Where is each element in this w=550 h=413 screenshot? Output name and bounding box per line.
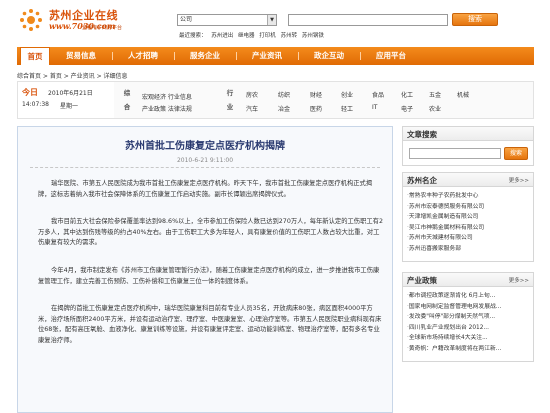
famous-companies-more-link[interactable]: 更多>> [509, 176, 529, 184]
search-category-value: 公司 [180, 16, 193, 23]
article-search-button[interactable]: 搜索 [504, 147, 528, 160]
industry-link[interactable]: 医药 [310, 104, 322, 113]
recent-searches-label: 最近搜索： [179, 33, 207, 39]
nav-gov[interactable]: 政企互动 [305, 47, 353, 65]
site-logo[interactable]: 苏州企业在线 www.7030.com 全程电子商务平台 [18, 5, 138, 39]
recent-searches: 最近搜索： 苏州进出 继电器 打印机 苏州转 苏州钢铁 [179, 31, 327, 39]
recent-search-link[interactable]: 苏州转 [281, 33, 298, 39]
current-weekday: 星期一 [60, 103, 79, 110]
industry-policy-title: 产业政策 [407, 276, 437, 285]
nav-divider [236, 52, 237, 60]
nav-services[interactable]: 服务企业 [181, 47, 229, 65]
industry-link[interactable]: 五金 [429, 90, 441, 99]
article-panel: 苏州首批工伤康复定点医疗机构揭牌 2010-6-21 9:11:00 瑞华医院、… [17, 126, 393, 413]
article-paragraph: 我市目前五大社会保险参保覆盖率达到98.6%以上，全市参加工伤保险人数已达到27… [38, 218, 383, 246]
article-date: 2010-6-21 9:11:00 [176, 157, 234, 164]
policy-list: 都市调控政策逐渐肯化 6月上旬... 国家电网制定监督管理电网发展战... 发改… [407, 291, 501, 355]
logo-subtitle: 全程电子商务平台 [82, 25, 123, 31]
breadcrumb[interactable]: 综合首页 > 首页 > 产业资讯 > 详细信息 [17, 71, 128, 80]
nav-trade[interactable]: 贸易信息 [57, 47, 105, 65]
policy-link[interactable]: 都市调控政策逐渐肯化 6月上旬... [407, 291, 501, 302]
nav-apps[interactable]: 应用平台 [367, 47, 415, 65]
recent-search-link[interactable]: 苏州进出 [211, 33, 233, 39]
policy-link[interactable]: 国家电网制定监督管理电网发展战... [407, 302, 501, 313]
nav-divider [360, 52, 361, 60]
nav-jobs[interactable]: 人才招聘 [119, 47, 167, 65]
industry-link[interactable]: 化工 [401, 90, 413, 99]
search-input[interactable] [288, 14, 448, 26]
industry-link[interactable]: 食品 [372, 90, 384, 99]
article-divider [30, 167, 380, 168]
company-list: 常熟农丰种子农药批发中心 苏州市宏泰德贸服务有限公司 天津增凯金属制造有限公司 … [407, 191, 484, 255]
industry-link[interactable]: 房农 [246, 90, 258, 99]
today-label: 今日 [22, 88, 38, 97]
company-link[interactable]: 常熟农丰种子农药批发中心 [407, 191, 484, 202]
article-paragraph: 今年4月，我市制定发布《苏州市工伤康复管理暂行办法》，随着工伤康复定点医疗机构的… [38, 267, 380, 285]
site-header: 苏州企业在线 www.7030.com 全程电子商务平台 公司 ▼ 搜索 最近搜… [0, 0, 550, 45]
article-paragraph: 在揭牌的首批工伤康复定点医疗机构中，瑞华医院康复科目前有专业人员35名，开放病床… [38, 305, 382, 344]
nav-divider [298, 52, 299, 60]
industry-link[interactable]: 纺织 [278, 90, 290, 99]
article-search-title: 文章搜索 [407, 130, 437, 139]
industry-link[interactable]: 冶金 [278, 104, 290, 113]
policy-link[interactable]: 发改委"叫停"部分煤制天然气项... [407, 312, 501, 323]
famous-companies-box: 苏州名企 更多>> 常熟农丰种子农药批发中心 苏州市宏泰德贸服务有限公司 天津增… [402, 172, 534, 262]
general-links-row1[interactable]: 宏观经济 行业信息 [142, 92, 192, 101]
policy-link[interactable]: 黄奇帆：户籍改革制度将在两江新... [407, 344, 501, 355]
company-link[interactable]: 苏州市宏泰德贸服务有限公司 [407, 202, 484, 213]
date-panel: 今日 2010年6月21日 14:07:38 星期一 [18, 82, 114, 118]
recent-search-link[interactable]: 继电器 [238, 33, 255, 39]
nav-home[interactable]: 首页 [20, 47, 50, 65]
general-links-row2[interactable]: 产业政策 法律法规 [142, 104, 192, 113]
nav-divider [112, 52, 113, 60]
current-time: 14:07:38 [22, 101, 49, 108]
recent-search-link[interactable]: 苏州钢铁 [302, 33, 324, 39]
logo-sun-icon [20, 9, 42, 31]
page: 苏州企业在线 www.7030.com 全程电子商务平台 公司 ▼ 搜索 最近搜… [0, 0, 550, 413]
chevron-down-icon: ▼ [267, 15, 276, 25]
industry-link[interactable]: 电子 [401, 104, 413, 113]
article-search-input[interactable] [409, 148, 501, 159]
info-bar: 今日 2010年6月21日 14:07:38 星期一 综合 宏观经济 行业信息 … [17, 81, 534, 119]
industry-link[interactable]: 轻工 [341, 104, 353, 113]
nav-divider [174, 52, 175, 60]
category-label-general: 综合 [123, 89, 131, 111]
article-paragraph: 瑞华医院、市第五人民医院成为我市首批工伤康复定点医疗机构。昨天下午，我市首批工伤… [38, 180, 373, 198]
article-search-box: 文章搜索 搜索 [402, 126, 534, 166]
company-link[interactable]: 吴江市神鹅金属材料有限公司 [407, 223, 484, 234]
famous-companies-header: 苏州名企 更多>> [403, 173, 533, 187]
industry-policy-box: 产业政策 更多>> 都市调控政策逐渐肯化 6月上旬... 国家电网制定监督管理电… [402, 272, 534, 362]
main-nav: 首页 贸易信息 人才招聘 服务企业 产业资讯 政企互动 应用平台 [17, 47, 534, 65]
industry-link[interactable]: IT [372, 104, 377, 111]
search-button[interactable]: 搜索 [452, 13, 498, 26]
article-search-header: 文章搜索 [403, 127, 533, 141]
industry-policy-header: 产业政策 更多>> [403, 273, 533, 287]
industry-link[interactable]: 农业 [429, 104, 441, 113]
industry-link[interactable]: 汽车 [246, 104, 258, 113]
famous-companies-title: 苏州名企 [407, 176, 437, 185]
nav-industry-news[interactable]: 产业资讯 [243, 47, 291, 65]
policy-link[interactable]: 四川乳业产业规划出台 2012... [407, 323, 501, 334]
article-title: 苏州首批工伤康复定点医疗机构揭牌 [125, 141, 285, 152]
recent-search-link[interactable]: 打印机 [259, 33, 276, 39]
current-date: 2010年6月21日 [48, 90, 93, 97]
search-category-select[interactable]: 公司 ▼ [177, 14, 277, 26]
industry-link[interactable]: 财经 [310, 90, 322, 99]
category-label-industry: 行业 [226, 89, 234, 111]
company-link[interactable]: 苏州市天城建材有限公司 [407, 233, 484, 244]
company-link[interactable]: 苏州迅喜搬家服务部 [407, 244, 484, 255]
company-link[interactable]: 天津增凯金属制造有限公司 [407, 212, 484, 223]
industry-link[interactable]: 机械 [457, 90, 469, 99]
industry-policy-more-link[interactable]: 更多>> [509, 276, 529, 284]
industry-link[interactable]: 创业 [341, 90, 353, 99]
policy-link[interactable]: 全球新市场持续增长4大关注... [407, 333, 501, 344]
